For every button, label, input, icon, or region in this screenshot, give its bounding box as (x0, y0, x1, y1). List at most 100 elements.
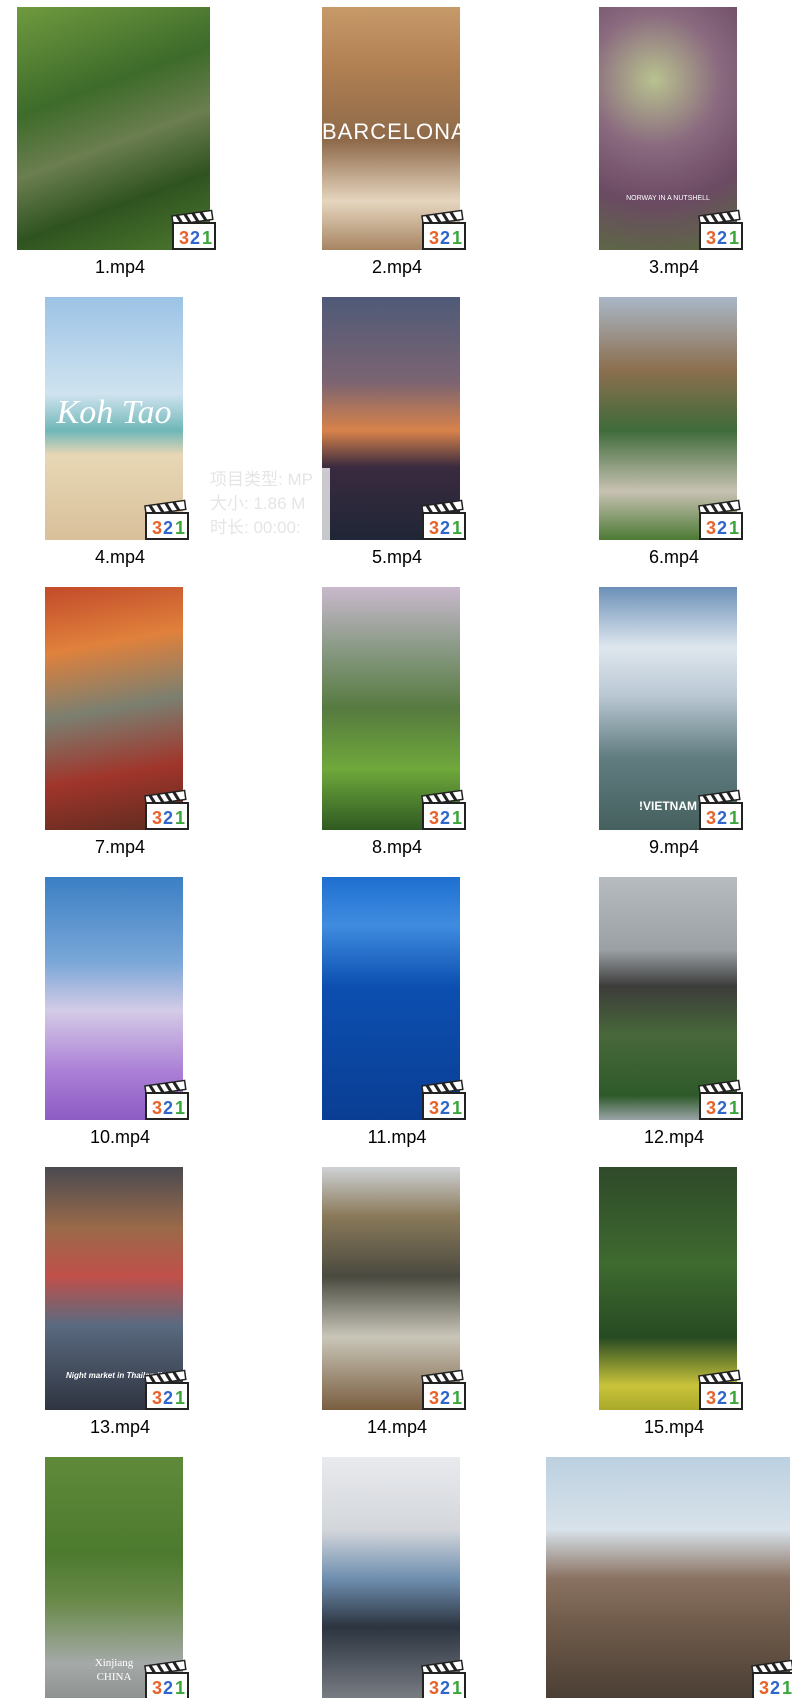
svg-text:2: 2 (163, 1678, 173, 1698)
svg-text:3: 3 (152, 1678, 162, 1698)
file-item-9[interactable]: !VIETNAM 9.mp4 (554, 580, 792, 870)
svg-text:1: 1 (729, 808, 739, 828)
svg-text:3: 3 (152, 1098, 162, 1118)
svg-text:3: 3 (706, 808, 716, 828)
file-item-7[interactable]: 7.mp4 (0, 580, 240, 870)
svg-text:3: 3 (706, 1388, 716, 1408)
file-name[interactable]: 13.mp4 (0, 1417, 240, 1438)
svg-text:2: 2 (717, 1098, 727, 1118)
svg-text:2: 2 (440, 1388, 450, 1408)
file-item-10[interactable]: 10.mp4 (0, 870, 240, 1160)
file-name[interactable]: 7.mp4 (0, 837, 240, 858)
media-player-classic-icon: 321 (697, 788, 745, 832)
media-player-classic-icon: 321 (697, 1368, 745, 1412)
svg-text:1: 1 (452, 1098, 462, 1118)
svg-text:1: 1 (452, 1678, 462, 1698)
file-info-tooltip: 项目类型: MP 大小: 1.86 M 时长: 00:00: (210, 468, 330, 540)
file-item-12[interactable]: 12.mp4 (554, 870, 792, 1160)
svg-text:1: 1 (452, 808, 462, 828)
file-item-17[interactable] (277, 1450, 517, 1698)
file-name[interactable]: 10.mp4 (0, 1127, 240, 1148)
media-player-classic-icon: 321 (697, 498, 745, 542)
svg-text:3: 3 (429, 1678, 439, 1698)
svg-text:3: 3 (429, 1098, 439, 1118)
svg-text:2: 2 (717, 518, 727, 538)
svg-text:1: 1 (452, 228, 462, 248)
tooltip-duration: 时长: 00:00: (210, 518, 301, 537)
svg-text:1: 1 (729, 1098, 739, 1118)
svg-text:3: 3 (706, 228, 716, 248)
file-name[interactable]: 12.mp4 (554, 1127, 792, 1148)
svg-text:2: 2 (717, 808, 727, 828)
file-name[interactable]: 3.mp4 (554, 257, 792, 278)
svg-text:1: 1 (729, 518, 739, 538)
svg-text:3: 3 (429, 1388, 439, 1408)
media-player-classic-icon: 321 (697, 1078, 745, 1122)
file-name[interactable]: 9.mp4 (554, 837, 792, 858)
file-item-15[interactable]: 15.mp4 (554, 1160, 792, 1450)
video-overlay-text: Koh Tao (56, 394, 172, 431)
media-player-classic-icon: 321 (420, 208, 468, 252)
svg-text:2: 2 (717, 228, 727, 248)
file-item-6[interactable]: 6.mp4 (554, 290, 792, 580)
file-item-3[interactable]: NORWAY IN A NUTSHELL 3.mp4 (554, 0, 792, 290)
file-name[interactable]: 11.mp4 (277, 1127, 517, 1148)
file-name[interactable]: 4.mp4 (0, 547, 240, 568)
svg-text:2: 2 (163, 518, 173, 538)
svg-text:3: 3 (152, 1388, 162, 1408)
svg-text:2: 2 (190, 228, 200, 248)
file-name[interactable]: 15.mp4 (554, 1417, 792, 1438)
file-name[interactable]: 2.mp4 (277, 257, 517, 278)
file-item-11[interactable]: 11.mp4 (277, 870, 517, 1160)
svg-text:1: 1 (729, 228, 739, 248)
file-name[interactable]: 6.mp4 (554, 547, 792, 568)
svg-text:1: 1 (782, 1678, 792, 1698)
svg-text:2: 2 (440, 808, 450, 828)
svg-text:3: 3 (429, 228, 439, 248)
file-grid: 1.mp4 BARCELONA 2.mp4 NORWAY IN A NUTSHE… (0, 0, 792, 1698)
file-name[interactable]: 1.mp4 (0, 257, 240, 278)
tooltip-type: 项目类型: MP (210, 470, 313, 489)
svg-text:2: 2 (440, 1098, 450, 1118)
svg-text:3: 3 (429, 518, 439, 538)
media-player-classic-icon: 321 (420, 1368, 468, 1412)
svg-text:3: 3 (152, 808, 162, 828)
svg-text:2: 2 (163, 808, 173, 828)
media-player-classic-icon: 321 (170, 208, 218, 252)
svg-text:1: 1 (729, 1388, 739, 1408)
svg-text:1: 1 (452, 518, 462, 538)
svg-text:2: 2 (440, 518, 450, 538)
media-player-classic-icon: 321 (143, 788, 191, 832)
svg-text:2: 2 (163, 1098, 173, 1118)
video-overlay-text: NORWAY IN A NUTSHELL (626, 195, 710, 202)
media-player-classic-icon: 321 (750, 1658, 792, 1698)
svg-text:2: 2 (163, 1388, 173, 1408)
file-name[interactable]: 14.mp4 (277, 1417, 517, 1438)
file-item-13[interactable]: Night market in Thailand! 13.mp4 (0, 1160, 240, 1450)
file-item-8[interactable]: 8.mp4 (277, 580, 517, 870)
media-player-classic-icon: 321 (697, 208, 745, 252)
file-item-2[interactable]: BARCELONA 2.mp4 (277, 0, 517, 290)
svg-text:1: 1 (202, 228, 212, 248)
svg-text:1: 1 (452, 1388, 462, 1408)
svg-text:2: 2 (440, 228, 450, 248)
svg-text:3: 3 (429, 808, 439, 828)
svg-text:3: 3 (759, 1678, 769, 1698)
media-player-classic-icon: 321 (143, 498, 191, 542)
file-item-14[interactable]: 14.mp4 (277, 1160, 517, 1450)
svg-text:2: 2 (717, 1388, 727, 1408)
file-name[interactable]: 8.mp4 (277, 837, 517, 858)
svg-text:2: 2 (440, 1678, 450, 1698)
svg-text:1: 1 (175, 1678, 185, 1698)
media-player-classic-icon: 321 (143, 1368, 191, 1412)
svg-text:3: 3 (179, 228, 189, 248)
media-player-classic-icon: 321 (143, 1658, 191, 1698)
media-player-classic-icon: 321 (420, 788, 468, 832)
file-name[interactable]: 5.mp4 (277, 547, 517, 568)
file-item-16[interactable]: Xinjiang CHINA (0, 1450, 240, 1698)
video-overlay-text: BARCELONA (322, 119, 460, 144)
svg-text:3: 3 (706, 1098, 716, 1118)
svg-text:1: 1 (175, 1388, 185, 1408)
svg-text:1: 1 (175, 808, 185, 828)
file-item-4[interactable]: Koh Tao 4.mp4 (0, 290, 240, 580)
